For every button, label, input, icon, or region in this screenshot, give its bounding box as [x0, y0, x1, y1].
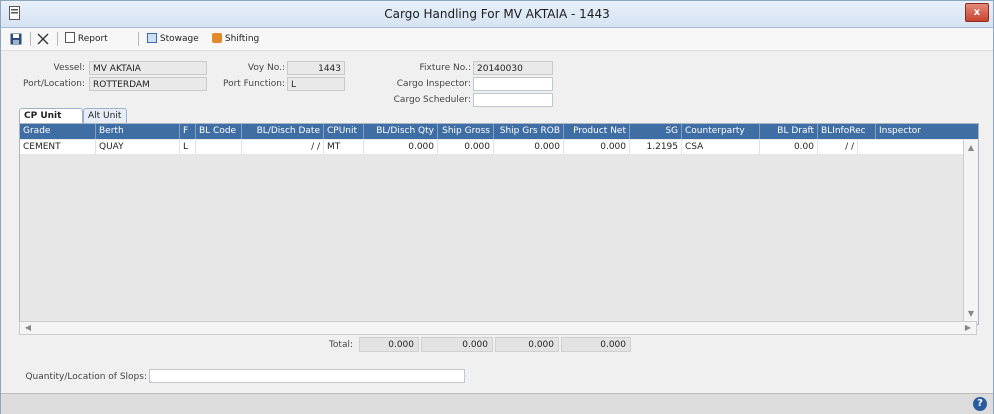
- title-bar: Cargo Handling For MV AKTAIA - 1443 x: [1, 1, 993, 28]
- window-title: Cargo Handling For MV AKTAIA - 1443: [384, 7, 610, 21]
- cell-blinforec[interactable]: / /: [818, 140, 858, 154]
- fixture-label: Fixture No.:: [419, 63, 471, 73]
- cargo-inspector-input[interactable]: [473, 77, 553, 91]
- shifting-icon: [212, 33, 222, 43]
- report-label: Report: [77, 34, 108, 44]
- voy-label: Voy No.:: [247, 63, 285, 73]
- cell-ship-gross[interactable]: 0.000: [438, 140, 494, 154]
- slops-label: Quantity/Location of Slops:: [25, 372, 147, 382]
- stowage-button[interactable]: Stowage: [147, 31, 199, 47]
- cargo-scheduler-label: Cargo Scheduler:: [393, 95, 471, 105]
- col-bl-code[interactable]: BL Code: [196, 124, 242, 139]
- total-product-net: 0.000: [561, 337, 631, 352]
- total-bl-disch-qty: 0.000: [359, 337, 419, 352]
- col-f[interactable]: F: [180, 124, 196, 139]
- port-function-field: L: [287, 77, 345, 91]
- report-button[interactable]: Report: [65, 31, 108, 47]
- toolbar: Report Stowage Shifting: [1, 28, 993, 51]
- help-icon[interactable]: ?: [973, 397, 987, 411]
- voy-field: 1443: [287, 61, 345, 75]
- cell-ship-grs-rob[interactable]: 0.000: [494, 140, 564, 154]
- col-inspector[interactable]: Inspector: [876, 124, 978, 139]
- cell-counterparty[interactable]: CSA: [682, 140, 760, 154]
- col-counterparty[interactable]: Counterparty: [682, 124, 760, 139]
- close-button[interactable]: x: [965, 3, 989, 22]
- delete-icon[interactable]: [37, 33, 49, 45]
- cell-cpunit[interactable]: MT: [324, 140, 364, 154]
- port-function-label: Port Function:: [222, 79, 285, 89]
- toolbar-separator: [57, 32, 58, 46]
- scroll-up-icon[interactable]: ▲: [965, 142, 977, 154]
- cargo-inspector-label: Cargo Inspector:: [396, 79, 471, 89]
- col-product-net[interactable]: Product Net: [564, 124, 630, 139]
- tab-cp-unit[interactable]: CP Unit: [19, 108, 83, 123]
- shifting-button[interactable]: Shifting: [212, 31, 259, 47]
- table-row[interactable]: CEMENT QUAY L / / MT 0.000 0.000 0.000 0…: [20, 140, 978, 154]
- col-bl-disch-qty[interactable]: BL/Disch Qty: [364, 124, 438, 139]
- fixture-field: 20140030: [473, 61, 553, 75]
- col-bl-disch-date[interactable]: BL/Disch Date: [242, 124, 324, 139]
- port-label: Port/Location:: [23, 79, 85, 89]
- stowage-icon: [147, 33, 157, 43]
- scroll-left-icon[interactable]: ◀: [22, 322, 34, 334]
- horizontal-scrollbar[interactable]: ◀ ▶: [19, 321, 977, 335]
- stowage-label: Stowage: [159, 34, 199, 44]
- port-field: ROTTERDAM: [89, 77, 207, 91]
- cargo-handling-window: Cargo Handling For MV AKTAIA - 1443 x Re…: [0, 0, 994, 414]
- col-cpunit[interactable]: CPUnit: [324, 124, 364, 139]
- slops-input[interactable]: [149, 369, 465, 383]
- col-berth[interactable]: Berth: [96, 124, 180, 139]
- total-ship-grs-rob: 0.000: [495, 337, 559, 352]
- scroll-down-icon[interactable]: ▼: [965, 308, 977, 320]
- toolbar-separator: [30, 32, 31, 46]
- scroll-right-icon[interactable]: ▶: [962, 322, 974, 334]
- cell-product-net[interactable]: 0.000: [564, 140, 630, 154]
- total-label: Total:: [328, 340, 353, 350]
- vertical-scrollbar[interactable]: ▲ ▼: [963, 140, 978, 324]
- toolbar-separator: [138, 32, 139, 46]
- cell-bl-disch-qty[interactable]: 0.000: [364, 140, 438, 154]
- status-bar: ?: [1, 393, 993, 414]
- cell-sg[interactable]: 1.2195: [630, 140, 682, 154]
- cargo-grid: Grade Berth F BL Code BL/Disch Date CPUn…: [19, 123, 979, 325]
- col-bl-draft[interactable]: BL Draft: [760, 124, 818, 139]
- cell-bl-disch-date[interactable]: / /: [242, 140, 324, 154]
- col-sg[interactable]: SG: [630, 124, 682, 139]
- cell-inspector[interactable]: [876, 140, 964, 154]
- col-ship-gross[interactable]: Ship Gross: [438, 124, 494, 139]
- cargo-scheduler-input[interactable]: [473, 93, 553, 107]
- grid-header: Grade Berth F BL Code BL/Disch Date CPUn…: [20, 124, 978, 139]
- cell-f[interactable]: L: [180, 140, 196, 154]
- total-ship-gross: 0.000: [421, 337, 493, 352]
- shifting-label: Shifting: [224, 34, 260, 44]
- report-icon: [65, 32, 75, 43]
- cell-grade[interactable]: CEMENT: [20, 140, 96, 154]
- col-ship-grs-rob[interactable]: Ship Grs ROB: [494, 124, 564, 139]
- tab-alt-unit[interactable]: Alt Unit: [83, 108, 127, 123]
- vessel-field: MV AKTAIA: [89, 61, 207, 75]
- cell-berth[interactable]: QUAY: [96, 140, 180, 154]
- col-blinforec[interactable]: BLInfoRec: [818, 124, 876, 139]
- save-icon[interactable]: [10, 33, 22, 45]
- col-grade[interactable]: Grade: [20, 124, 96, 139]
- cell-bl-draft[interactable]: 0.00: [760, 140, 818, 154]
- cell-bl-code[interactable]: [196, 140, 242, 154]
- vessel-label: Vessel:: [53, 63, 85, 73]
